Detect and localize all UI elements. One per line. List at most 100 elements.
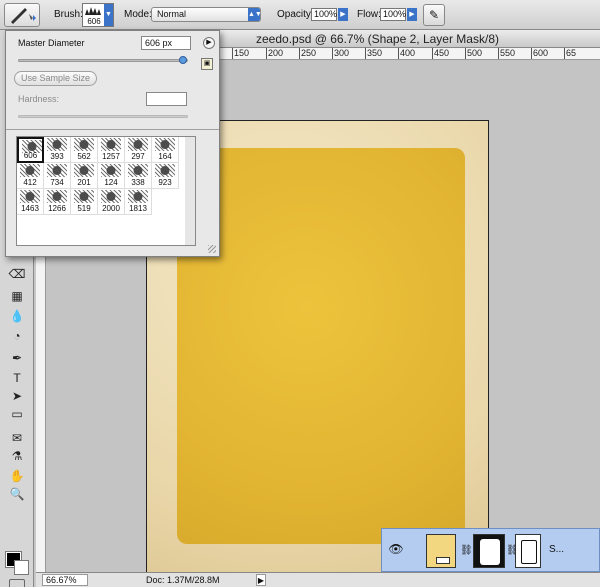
brush-preset-item[interactable]: 562 xyxy=(71,137,98,163)
ruler-tick: 300 xyxy=(332,48,350,59)
mode-label: Mode: xyxy=(124,9,152,20)
tool-preset-picker[interactable] xyxy=(4,3,40,27)
brush-preset-item[interactable]: 1257 xyxy=(98,137,125,163)
hardness-slider[interactable] xyxy=(18,115,188,118)
master-diameter-input[interactable]: 606 px xyxy=(141,36,191,50)
master-diameter-slider-thumb[interactable] xyxy=(178,56,187,64)
blend-mode-select[interactable]: Normal ▲▼ xyxy=(151,7,262,22)
opacity-input[interactable]: 100% xyxy=(311,8,337,21)
eyedropper-tool-icon[interactable]: ⚗ xyxy=(8,448,26,464)
brush-tip-icon xyxy=(101,190,121,203)
brush-preset-item[interactable]: 124 xyxy=(98,163,125,189)
brush-preset-size: 412 xyxy=(23,178,37,187)
brush-size-value: 606 xyxy=(87,17,101,26)
brush-preset-panel: Master Diameter 606 px ▶ ▣ Use Sample Si… xyxy=(5,30,220,257)
quick-mask-icon[interactable] xyxy=(9,579,25,587)
hand-tool-icon[interactable]: ✋ xyxy=(8,468,26,484)
flow-slider-toggle[interactable]: ▶ xyxy=(407,8,417,21)
airbrush-icon: ✎ xyxy=(428,8,440,22)
eraser-tool-icon[interactable]: ⌫ xyxy=(8,266,26,282)
brush-tip-icon xyxy=(101,138,121,151)
flow-input[interactable]: 100% xyxy=(380,8,406,21)
brush-preset-item[interactable]: 1813 xyxy=(125,189,152,215)
brush-preset-item[interactable]: 201 xyxy=(71,163,98,189)
type-tool-icon[interactable]: T xyxy=(8,370,26,386)
layer-thumbnail[interactable] xyxy=(426,534,456,568)
brush-preset-size: 1463 xyxy=(21,204,39,213)
brush-preset-size: 297 xyxy=(131,152,145,161)
brush-preset-size: 923 xyxy=(158,178,172,187)
brush-tip-icon xyxy=(128,164,148,177)
brush-preset-item[interactable]: 297 xyxy=(125,137,152,163)
ruler-tick: 450 xyxy=(432,48,450,59)
brush-tip-icon xyxy=(47,190,67,203)
brush-preset-item[interactable]: 923 xyxy=(152,163,179,189)
brush-preset-item[interactable]: 164 xyxy=(152,137,179,163)
brush-tip-icon xyxy=(155,138,175,151)
use-sample-size-button[interactable]: Use Sample Size xyxy=(14,71,97,86)
ruler-tick: 400 xyxy=(398,48,416,59)
brush-preset-item[interactable]: 2000 xyxy=(98,189,125,215)
brush-preset-picker[interactable]: 606 ▼ xyxy=(82,3,114,27)
dodge-tool-icon[interactable]: ◔ xyxy=(8,328,26,344)
gradient-tool-icon[interactable]: ▦ xyxy=(8,288,26,304)
brush-preset-list[interactable]: 606 393 562 1257 297 164 412 734 201 124 338 923 146… xyxy=(16,136,196,246)
layer-mask-thumbnail[interactable] xyxy=(473,534,505,568)
chevron-down-icon[interactable]: ▼ xyxy=(104,4,113,26)
blur-tool-icon[interactable]: 💧 xyxy=(8,308,26,324)
path-selection-tool-icon[interactable]: ➤ xyxy=(8,388,26,404)
brush-tip-icon xyxy=(20,164,40,177)
pen-tool-icon[interactable]: ✒ xyxy=(8,350,26,366)
preset-scrollbar[interactable] xyxy=(185,136,196,246)
hardness-input[interactable] xyxy=(146,92,187,106)
ruler-tick: 65 xyxy=(564,48,577,59)
zoom-level-field[interactable]: 66.67% xyxy=(42,574,88,586)
new-preset-icon[interactable]: ▣ xyxy=(201,58,213,70)
document-size-info[interactable]: Doc: 1.37M/28.8M xyxy=(146,575,220,585)
brush-preset-item[interactable]: 606 xyxy=(17,137,44,163)
master-diameter-label: Master Diameter xyxy=(18,38,85,48)
brush-tip-icon xyxy=(20,190,40,203)
document-title: zeedo.psd @ 66.7% (Shape 2, Layer Mask/8… xyxy=(256,32,499,46)
brush-tip-icon xyxy=(128,190,148,203)
options-bar: Brush: 606 ▼ Mode: Normal ▲▼ Opacity: 10… xyxy=(0,0,600,30)
vector-mask-thumbnail[interactable] xyxy=(515,534,541,568)
brush-preset-size: 1266 xyxy=(48,204,66,213)
ruler-tick: 150 xyxy=(232,48,250,59)
chevron-down-icon: ▲▼ xyxy=(248,8,262,21)
layer-name[interactable]: S... xyxy=(549,544,564,555)
flow-label: Flow: xyxy=(357,9,381,20)
brush-preset-item[interactable]: 338 xyxy=(125,163,152,189)
link-chain-icon[interactable]: ⛓ xyxy=(460,545,473,556)
brush-icon xyxy=(11,8,36,24)
brush-preset-size: 393 xyxy=(50,152,64,161)
brush-tip-icon xyxy=(101,164,121,177)
zoom-tool-icon[interactable]: 🔍 xyxy=(8,486,26,502)
resize-grip-icon[interactable] xyxy=(208,245,216,253)
shape-tool-icon[interactable]: ▭ xyxy=(8,406,26,422)
airbrush-button[interactable]: ✎ xyxy=(423,4,445,26)
brush-preset-item[interactable]: 412 xyxy=(17,163,44,189)
panel-menu-arrow-icon[interactable]: ▶ xyxy=(203,37,215,49)
brush-tip-icon xyxy=(74,190,94,203)
brush-preset-size: 201 xyxy=(77,178,91,187)
ruler-tick: 250 xyxy=(299,48,317,59)
status-menu-arrow-icon[interactable]: ▶ xyxy=(256,574,266,586)
brush-preset-size: 519 xyxy=(77,204,91,213)
brush-preset-item[interactable]: 734 xyxy=(44,163,71,189)
eye-visibility-icon[interactable]: 👁 xyxy=(388,541,404,557)
opacity-slider-toggle[interactable]: ▶ xyxy=(338,8,348,21)
master-diameter-slider[interactable] xyxy=(18,59,188,62)
brush-preset-size: 2000 xyxy=(102,204,120,213)
brush-preset-item[interactable]: 393 xyxy=(44,137,71,163)
background-color-swatch[interactable] xyxy=(14,560,29,575)
status-bar: 66.67% Doc: 1.37M/28.8M ▶ xyxy=(36,572,600,587)
brush-preset-item[interactable]: 1266 xyxy=(44,189,71,215)
ruler-tick: 600 xyxy=(531,48,549,59)
brush-tip-icon xyxy=(47,164,67,177)
ruler-tick: 550 xyxy=(498,48,516,59)
brush-preset-item[interactable]: 519 xyxy=(71,189,98,215)
brush-preset-item[interactable]: 1463 xyxy=(17,189,44,215)
layer-row[interactable]: 👁 ⛓ ⛓ S... xyxy=(381,528,600,572)
notes-tool-icon[interactable]: ✉ xyxy=(8,430,26,446)
